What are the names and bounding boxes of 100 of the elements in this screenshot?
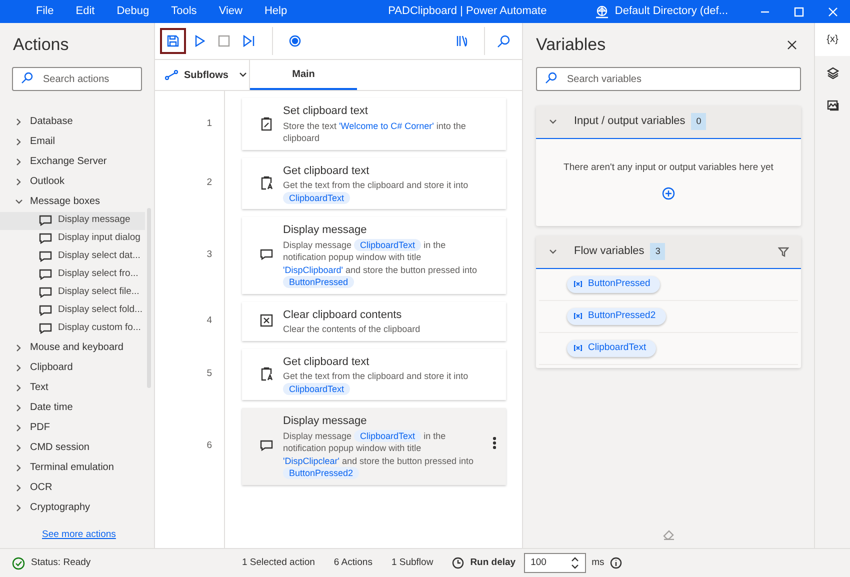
speech-bubble-icon	[39, 215, 52, 226]
chevron-right-icon	[14, 403, 23, 412]
variable-icon	[574, 345, 582, 351]
chevron-right-icon	[14, 383, 23, 392]
layers-icon[interactable]	[826, 66, 838, 78]
step-title: Set clipboard text	[283, 104, 369, 119]
subflows-dropdown[interactable]: Subflows	[155, 60, 250, 90]
action-step-card[interactable]: Get clipboard text Get the text from the clipboard and store it into ClipboardText	[242, 348, 506, 400]
menu-item[interactable]: View	[218, 3, 242, 20]
category-item[interactable]: CMD session	[0, 438, 154, 458]
category-item[interactable]: Cryptography	[0, 498, 154, 518]
chevron-right-icon	[14, 463, 23, 472]
search-field[interactable]: Search actions	[12, 67, 142, 91]
category-item[interactable]: Outlook	[0, 172, 154, 192]
variable-icon	[574, 281, 582, 287]
variable-icon	[574, 313, 582, 319]
action-step-card[interactable]: Get clipboard text Get the text from the clipboard and store it into ClipboardText	[242, 158, 506, 209]
directory-label[interactable]: Default Directory (def...	[614, 3, 728, 20]
action-item[interactable]: Display select fro...	[0, 266, 145, 284]
count-badge: 0	[691, 112, 706, 130]
clipboard-icon	[260, 116, 273, 131]
clipboard-icon	[260, 367, 273, 382]
variable-chip[interactable]: ButtonPressed	[567, 276, 660, 292]
action-item[interactable]: Display custom fo...	[0, 320, 145, 338]
action-step-card[interactable]: Display message Display message ClipboardText in the notification popup window with title 'DispClipboard' and store the button pressed into ButtonPressed	[242, 217, 506, 294]
chevron-right-icon	[14, 443, 23, 452]
menu-item[interactable]: Tools	[171, 3, 197, 20]
speech-bubble-icon	[39, 269, 52, 280]
section-header[interactable]: Flow variables 3	[536, 236, 801, 268]
see-more-link[interactable]: See more actions	[42, 528, 116, 542]
more-options-icon[interactable]	[493, 437, 496, 449]
step-description: Clear the contents of the clipboard	[283, 323, 422, 336]
chevron-down-icon	[548, 246, 558, 256]
category-item[interactable]: PDF	[0, 418, 154, 438]
menu-item[interactable]: Help	[264, 3, 288, 20]
tab[interactable]: Main	[250, 60, 357, 90]
line-number: 6	[206, 439, 212, 454]
chevron-right-icon	[14, 157, 23, 166]
line-number: 4	[206, 314, 212, 328]
category-item[interactable]: Text	[0, 378, 154, 398]
speech-bubble-icon	[39, 287, 52, 298]
record-icon[interactable]	[289, 35, 301, 47]
variable-chip[interactable]: ClipboardText	[567, 340, 656, 356]
step-forward-icon[interactable]	[243, 35, 255, 47]
info-icon[interactable]	[610, 557, 622, 569]
close-icon[interactable]	[787, 40, 797, 50]
chevron-right-icon	[14, 137, 23, 146]
save-button[interactable]	[160, 28, 186, 54]
library-icon[interactable]	[456, 35, 468, 47]
run-delay-spinner[interactable]: 100	[524, 553, 586, 573]
step-description: Get the text from the clipboard and store it into ClipboardText	[283, 179, 470, 204]
action-step-card[interactable]: Display message Display message ClipboardText in the notification popup window with title 'DispClipclear' and store the button pressed into ButtonPressed2	[242, 408, 506, 484]
search-icon[interactable]	[497, 34, 510, 48]
step-title: Clear clipboard contents	[283, 308, 403, 322]
chevron-right-icon	[14, 363, 23, 372]
window-title: PADClipboard | Power Automate	[387, 4, 548, 20]
category-item[interactable]: Database	[0, 112, 154, 132]
stop-icon[interactable]	[218, 35, 230, 47]
panel-title: Actions	[12, 34, 70, 56]
status-text: 1 Selected action	[242, 556, 315, 570]
image-icon[interactable]	[826, 100, 838, 111]
action-item[interactable]: Display input dialog	[0, 230, 145, 248]
category-item[interactable]: Mouse and keyboard	[0, 338, 154, 358]
section-header[interactable]: Input / output variables 0	[536, 106, 801, 138]
line-number: 1	[206, 116, 212, 131]
speech-bubble-icon	[39, 305, 52, 316]
category-item[interactable]: OCR	[0, 478, 154, 498]
unit-label: ms	[592, 556, 604, 570]
category-item[interactable]: Message boxes	[0, 192, 154, 212]
run-icon[interactable]	[194, 35, 205, 47]
add-icon[interactable]	[662, 186, 675, 200]
status-text: 1 Subflow	[391, 556, 434, 570]
step-title: Get clipboard text	[283, 354, 370, 370]
action-item[interactable]: Display select fold...	[0, 302, 145, 320]
menu-item[interactable]: Debug	[116, 3, 150, 20]
category-item[interactable]: Exchange Server	[0, 152, 154, 172]
action-item[interactable]: Display select dat...	[0, 248, 145, 266]
filter-icon[interactable]	[778, 246, 789, 256]
action-item[interactable]: Display message	[0, 212, 145, 230]
action-step-card[interactable]: Clear clipboard contents Clear the contents of the clipboard	[242, 302, 506, 340]
category-item[interactable]: Terminal emulation	[0, 458, 154, 478]
menu-item[interactable]: Edit	[76, 3, 95, 20]
count-badge: 3	[650, 242, 666, 260]
action-item[interactable]: Display select file...	[0, 284, 145, 302]
category-item[interactable]: Date time	[0, 398, 154, 418]
chevron-right-icon	[14, 503, 23, 512]
category-item[interactable]: Email	[0, 132, 154, 152]
variable-chip[interactable]: ButtonPressed2	[567, 308, 666, 324]
step-description: Display message ClipboardText in the notification popup window with title 'DispClipboard' and store the button pressed into ButtonPressed	[283, 238, 478, 288]
search-icon	[21, 72, 33, 84]
up-down-icon	[570, 557, 579, 569]
menu-item[interactable]: File	[36, 3, 54, 20]
category-item[interactable]: Clipboard	[0, 358, 154, 378]
action-step-card[interactable]: Set clipboard text Store the text 'Welcome to C# Corner' into the clipboard	[242, 98, 506, 150]
search-field[interactable]: Search variables	[536, 67, 801, 91]
step-description: Store the text 'Welcome to C# Corner' into the clipboard	[283, 120, 467, 144]
variables-tab[interactable]: {x}	[815, 23, 850, 56]
check-circle-icon	[12, 556, 25, 570]
chevron-down-icon	[548, 116, 558, 126]
maximize-icon[interactable]	[794, 6, 804, 16]
